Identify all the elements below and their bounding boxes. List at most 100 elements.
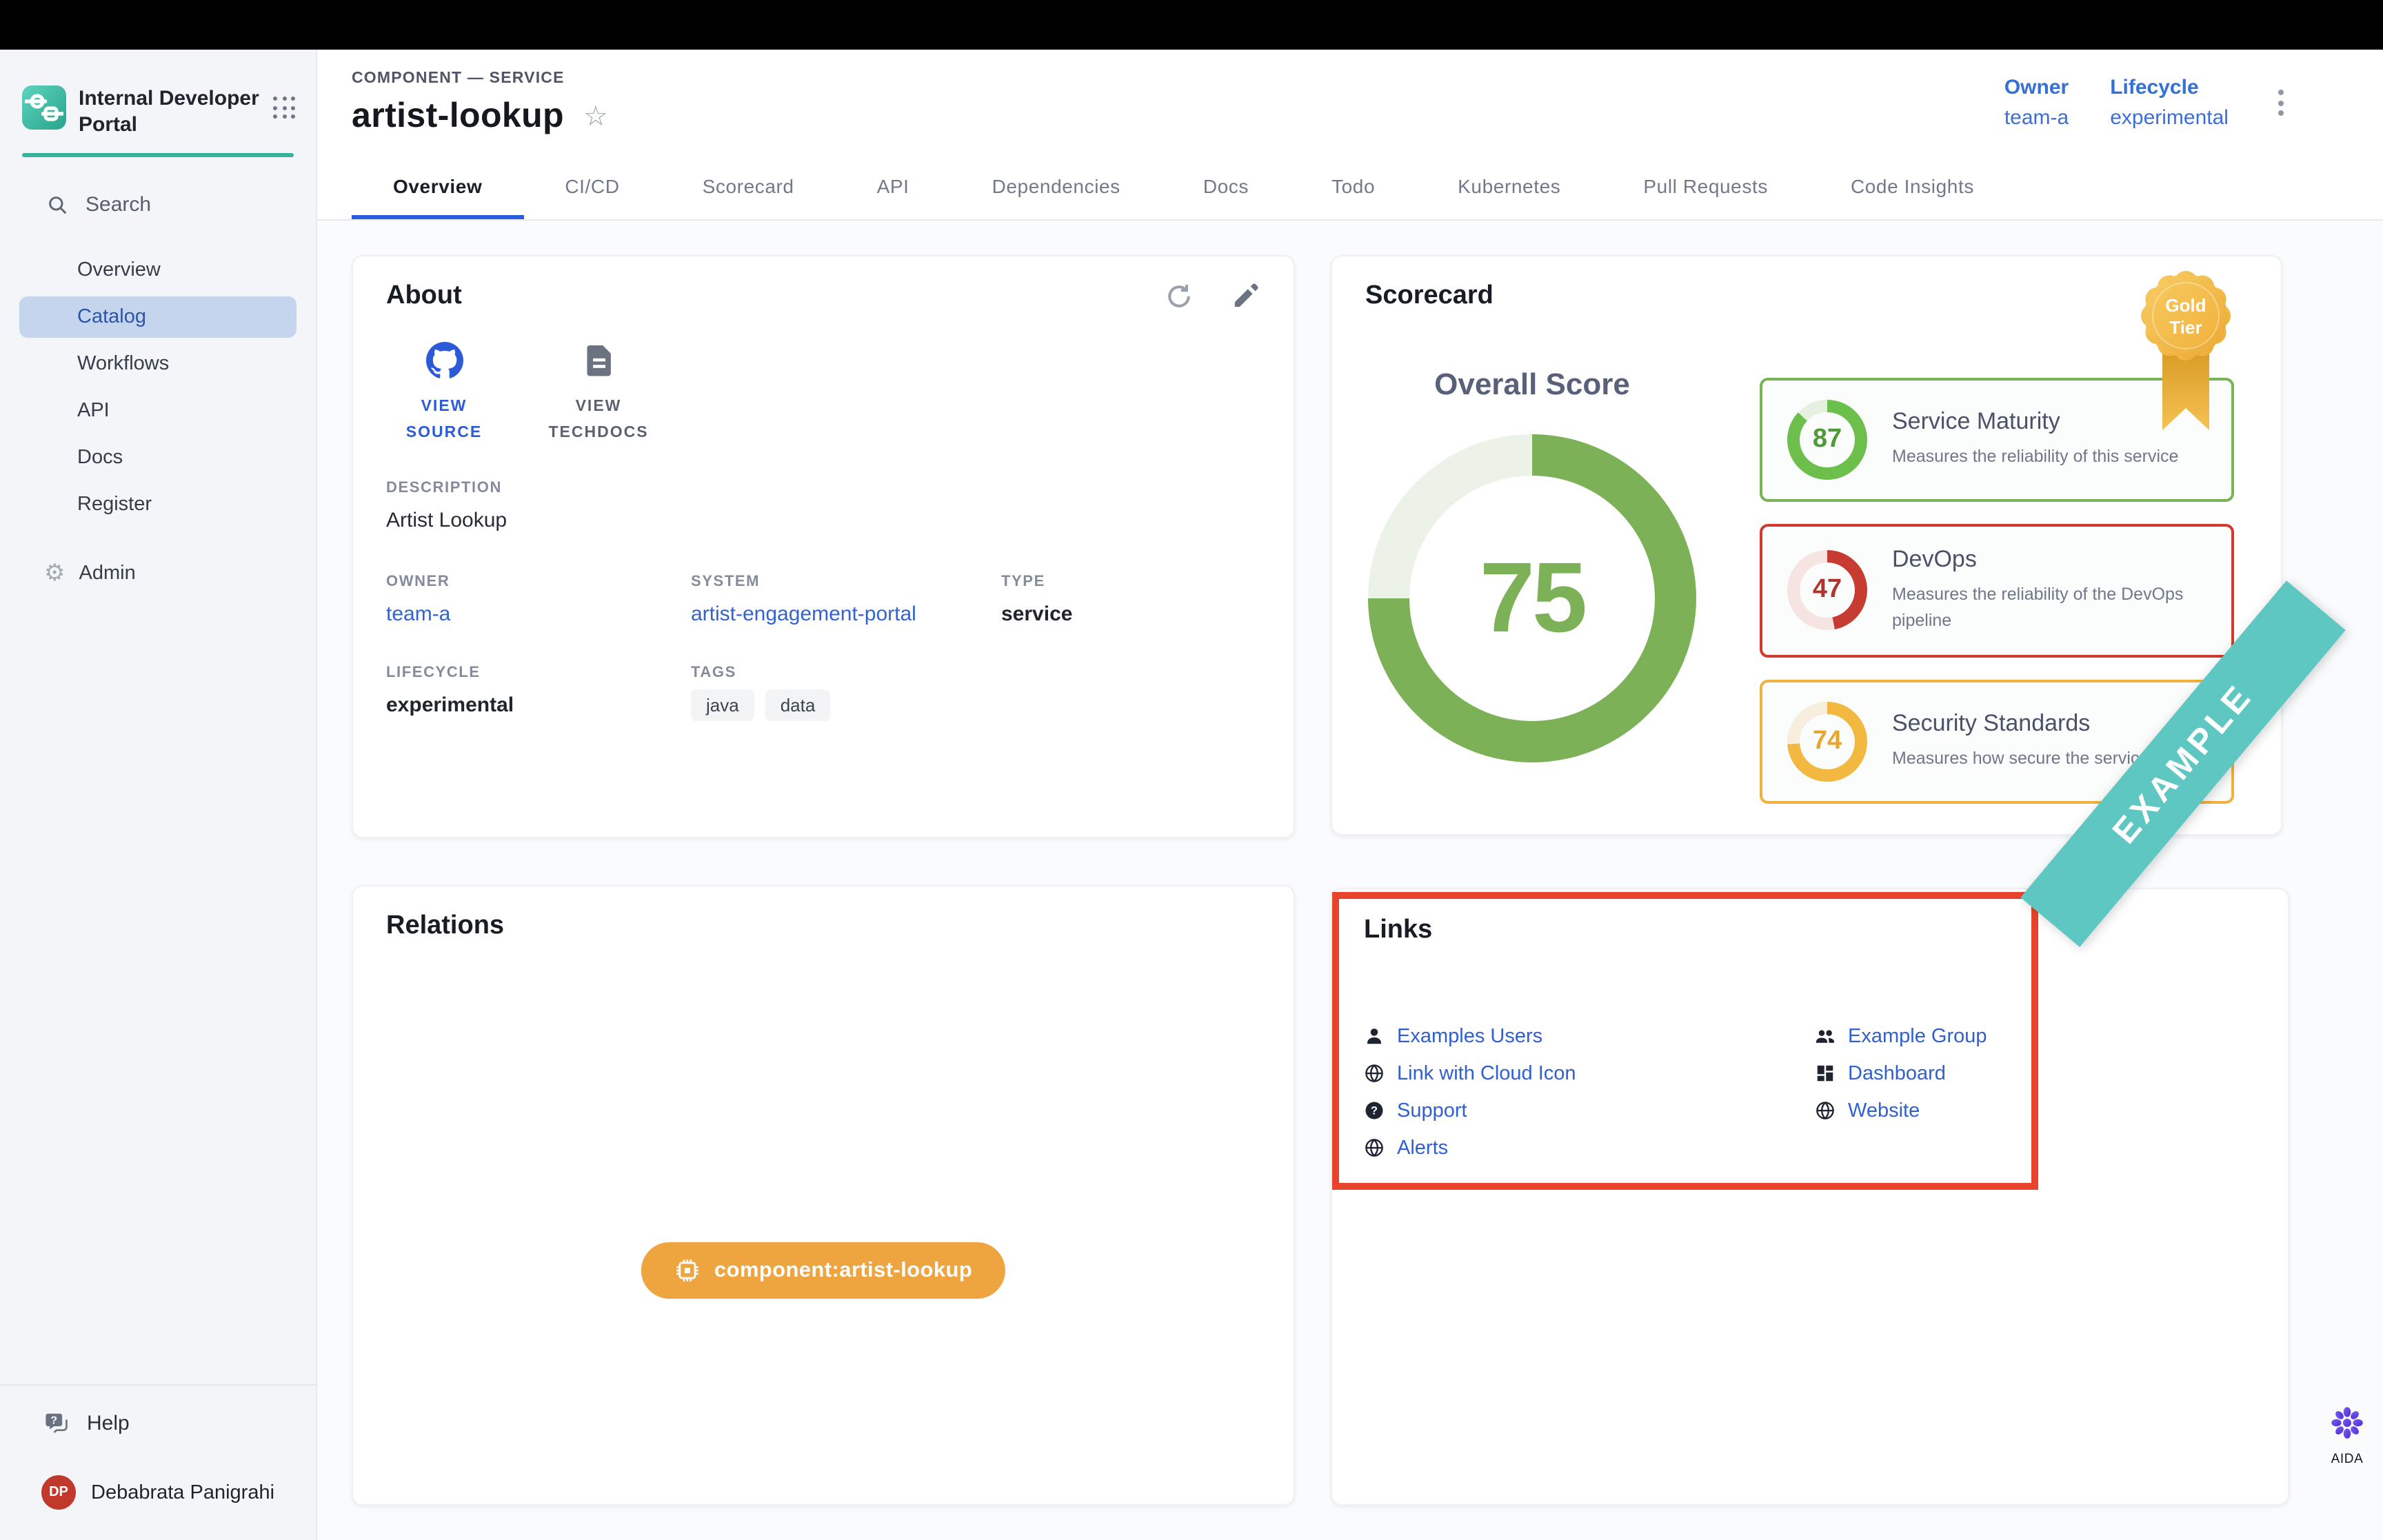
content-area: About [317,221,2383,1540]
link-dashboard[interactable]: Dashboard [1815,1055,1987,1092]
dashboard-icon [1815,1063,1836,1084]
edit-pencil-icon[interactable] [1230,281,1260,312]
overall-score-gauge: 75 [1368,434,1696,762]
scorecard-card: Scorecard [1331,255,2282,835]
svg-text:?: ? [1371,1104,1378,1117]
overall-score-value: 75 [1480,542,1585,655]
sidebar-item-catalog[interactable]: Catalog [19,296,296,338]
sidebar-bottom-divider [0,1384,316,1386]
user-profile[interactable]: DP Debabrata Panigrahi [0,1450,316,1540]
svg-text:?: ? [50,1415,57,1427]
aida-flower-icon [2331,1406,2364,1439]
links-container-card: Links Examples Users Link with Cloud Ico… [1331,888,2289,1506]
gear-icon: ⚙ [44,561,66,585]
link-alerts[interactable]: Alerts [1364,1129,1815,1166]
help-circle-icon: ? [1364,1100,1385,1121]
sidebar-item-api[interactable]: API [19,390,296,432]
system-field: SYSTEM artist-engagement-portal [691,574,1001,626]
tab-kubernetes[interactable]: Kubernetes [1416,156,1602,219]
relations-title: Relations [386,911,1260,942]
brand-title: Internal Developer Portal [79,85,261,138]
view-source-label: VIEW SOURCE [386,394,502,447]
entity-kind-eyebrow: COMPONENT — SERVICE [352,70,608,87]
svg-text:Gold: Gold [2165,295,2206,316]
tag-chip[interactable]: java [691,689,754,721]
app-grid-icon[interactable] [273,97,296,120]
help-button[interactable]: ? Help [0,1405,316,1450]
tab-api[interactable]: API [836,156,951,219]
group-icon [1815,1026,1836,1046]
lifecycle-value: experimental [2110,106,2229,130]
tab-scorecard[interactable]: Scorecard [661,156,836,219]
sidebar-item-overview[interactable]: Overview [19,250,296,291]
tab-dependencies[interactable]: Dependencies [951,156,1162,219]
more-options-kebab-icon[interactable] [2270,76,2292,130]
globe-icon [1815,1100,1836,1121]
link-link-with-cloud-icon[interactable]: Link with Cloud Icon [1364,1055,1815,1092]
tag-chip[interactable]: data [765,689,831,721]
tab-docs[interactable]: Docs [1162,156,1290,219]
tab-code-insights[interactable]: Code Insights [1809,156,2015,219]
metric-description: Measures the reliability of the DevOps p… [1892,582,2206,636]
tab-overview[interactable]: Overview [352,156,523,219]
lifecycle-label: Lifecycle [2110,76,2229,99]
scorecard-title: Scorecard [1365,281,2248,312]
sidebar-item-register[interactable]: Register [19,484,296,525]
owner-meta[interactable]: Owner team-a [2004,76,2069,136]
sidebar-search[interactable]: Search [0,157,316,230]
brand[interactable]: Internal Developer Portal [0,50,316,138]
help-label: Help [87,1412,130,1435]
about-title: About [386,281,462,312]
aida-assistant-widget[interactable]: AIDA [2317,1406,2377,1467]
help-chat-icon: ? [44,1410,70,1437]
owner-field: OWNER team-a [386,574,691,626]
portal-logo-icon [22,85,66,130]
globe-icon [1364,1137,1385,1158]
view-techdocs-label: VIEW TECHDOCS [541,394,656,447]
main-area: COMPONENT — SERVICE artist-lookup ☆ Owne… [317,50,2383,1540]
relation-entity-chip[interactable]: component:artist-lookup [641,1242,1005,1299]
lifecycle-field: LIFECYCLE experimental [386,665,691,721]
gold-tier-badge: Gold Tier [2140,265,2231,447]
tab-cicd[interactable]: CI/CD [523,156,661,219]
metric-name: Security Standards [1892,710,2149,738]
link-website[interactable]: Website [1815,1092,1987,1129]
relation-chip-label: component:artist-lookup [714,1258,972,1283]
link-examples-users[interactable]: Examples Users [1364,1017,1815,1055]
link-support[interactable]: ? Support [1364,1092,1815,1129]
metric-description: Measures the reliability of this service [1892,445,2178,472]
type-value: service [1001,602,1260,626]
favorite-star-icon[interactable]: ☆ [583,99,608,134]
cpu-chip-icon [674,1257,701,1284]
owner-label: Owner [2004,76,2069,99]
metric-card-devops[interactable]: 47 DevOps Measures the reliability of th… [1760,524,2234,658]
metric-description: Measures how secure the service [1892,746,2149,773]
devops-gauge: 47 [1787,551,1867,631]
view-source-button[interactable]: VIEW SOURCE [386,342,502,447]
links-title: Links [1364,915,2007,946]
sidebar-item-workflows[interactable]: Workflows [19,343,296,385]
page-header: COMPONENT — SERVICE artist-lookup ☆ Owne… [317,50,2383,221]
link-example-group[interactable]: Example Group [1815,1017,1987,1055]
metric-name: Service Maturity [1892,409,2178,436]
owner-value[interactable]: team-a [2004,106,2069,130]
system-link[interactable]: artist-engagement-portal [691,602,916,626]
owner-link[interactable]: team-a [386,602,450,626]
metric-name: DevOps [1892,546,2206,574]
about-card: About [352,255,1295,838]
service-maturity-gauge: 87 [1787,400,1867,480]
aida-label: AIDA [2317,1452,2377,1467]
techdocs-file-icon [580,342,617,379]
links-card-highlighted: Links Examples Users Link with Cloud Ico… [1332,892,2038,1190]
avatar: DP [41,1475,76,1510]
user-icon [1364,1026,1385,1046]
refresh-icon[interactable] [1164,281,1194,312]
lifecycle-meta: Lifecycle experimental [2110,76,2229,136]
sidebar: Internal Developer Portal Search Overvie… [0,50,317,1540]
tab-todo[interactable]: Todo [1290,156,1416,219]
globe-icon [1364,1063,1385,1084]
sidebar-item-docs[interactable]: Docs [19,437,296,478]
tab-pull-requests[interactable]: Pull Requests [1602,156,1809,219]
view-techdocs-button[interactable]: VIEW TECHDOCS [541,342,656,447]
sidebar-item-admin[interactable]: ⚙ Admin [0,531,316,585]
